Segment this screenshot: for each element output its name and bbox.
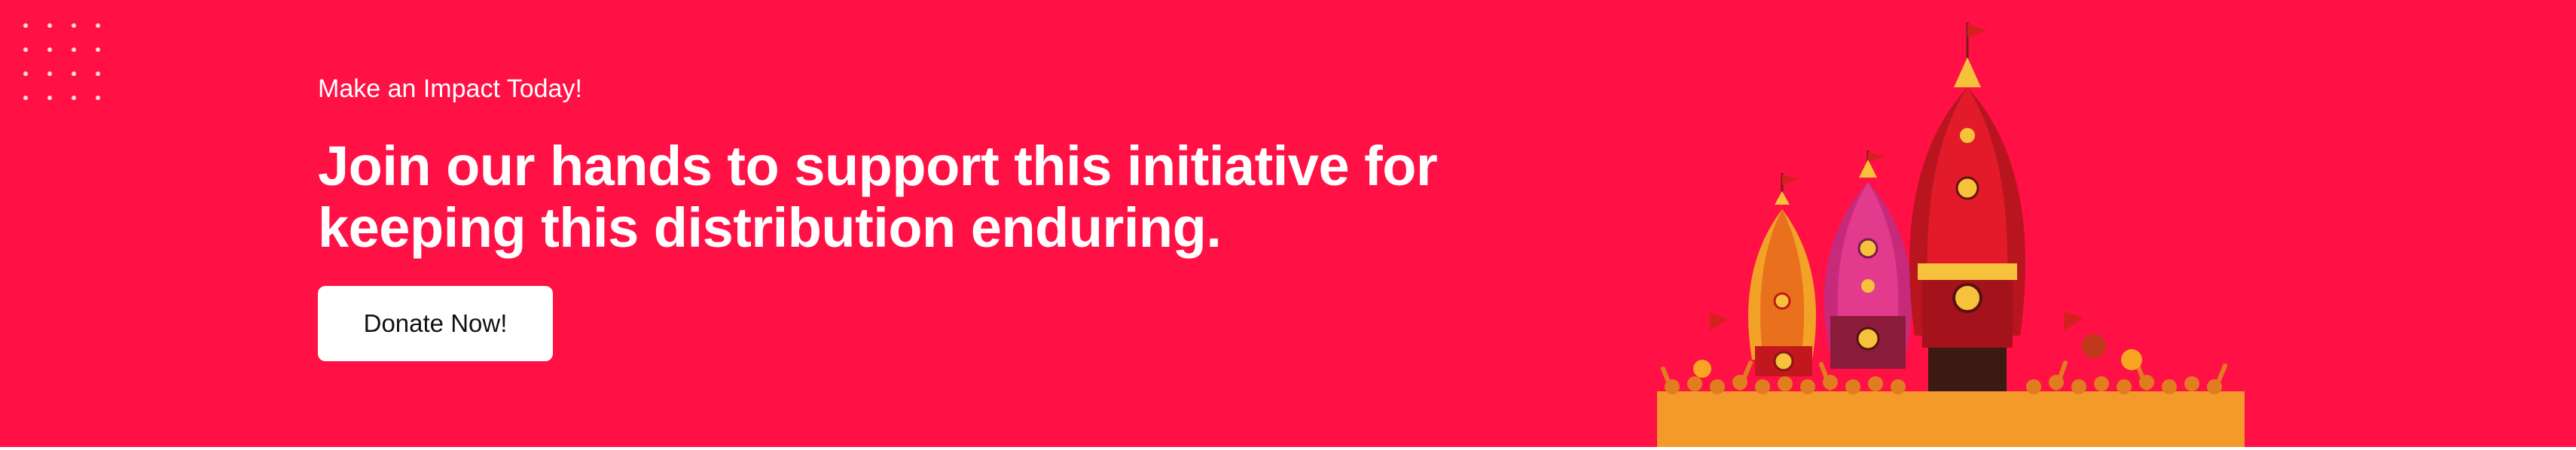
bottom-border (0, 447, 2576, 450)
headline-line-1: Join our hands to support this initiativ… (318, 135, 1438, 197)
headline-line-2: keeping this distribution enduring. (318, 196, 1222, 259)
rath-yatra-chariots-icon (1657, 23, 2245, 447)
right-chariot (1909, 23, 2025, 435)
banner-content: Make an Impact Today! Join our hands to … (318, 72, 1598, 361)
donation-banner: Make an Impact Today! Join our hands to … (0, 0, 2576, 447)
middle-chariot (1824, 151, 1912, 369)
left-chariot (1748, 173, 1816, 376)
donate-now-button[interactable]: Donate Now! (318, 286, 553, 361)
banner-headline: Join our hands to support this initiativ… (318, 135, 1598, 259)
dot-grid-decoration (23, 23, 100, 100)
eyebrow-text: Make an Impact Today! (318, 74, 582, 103)
